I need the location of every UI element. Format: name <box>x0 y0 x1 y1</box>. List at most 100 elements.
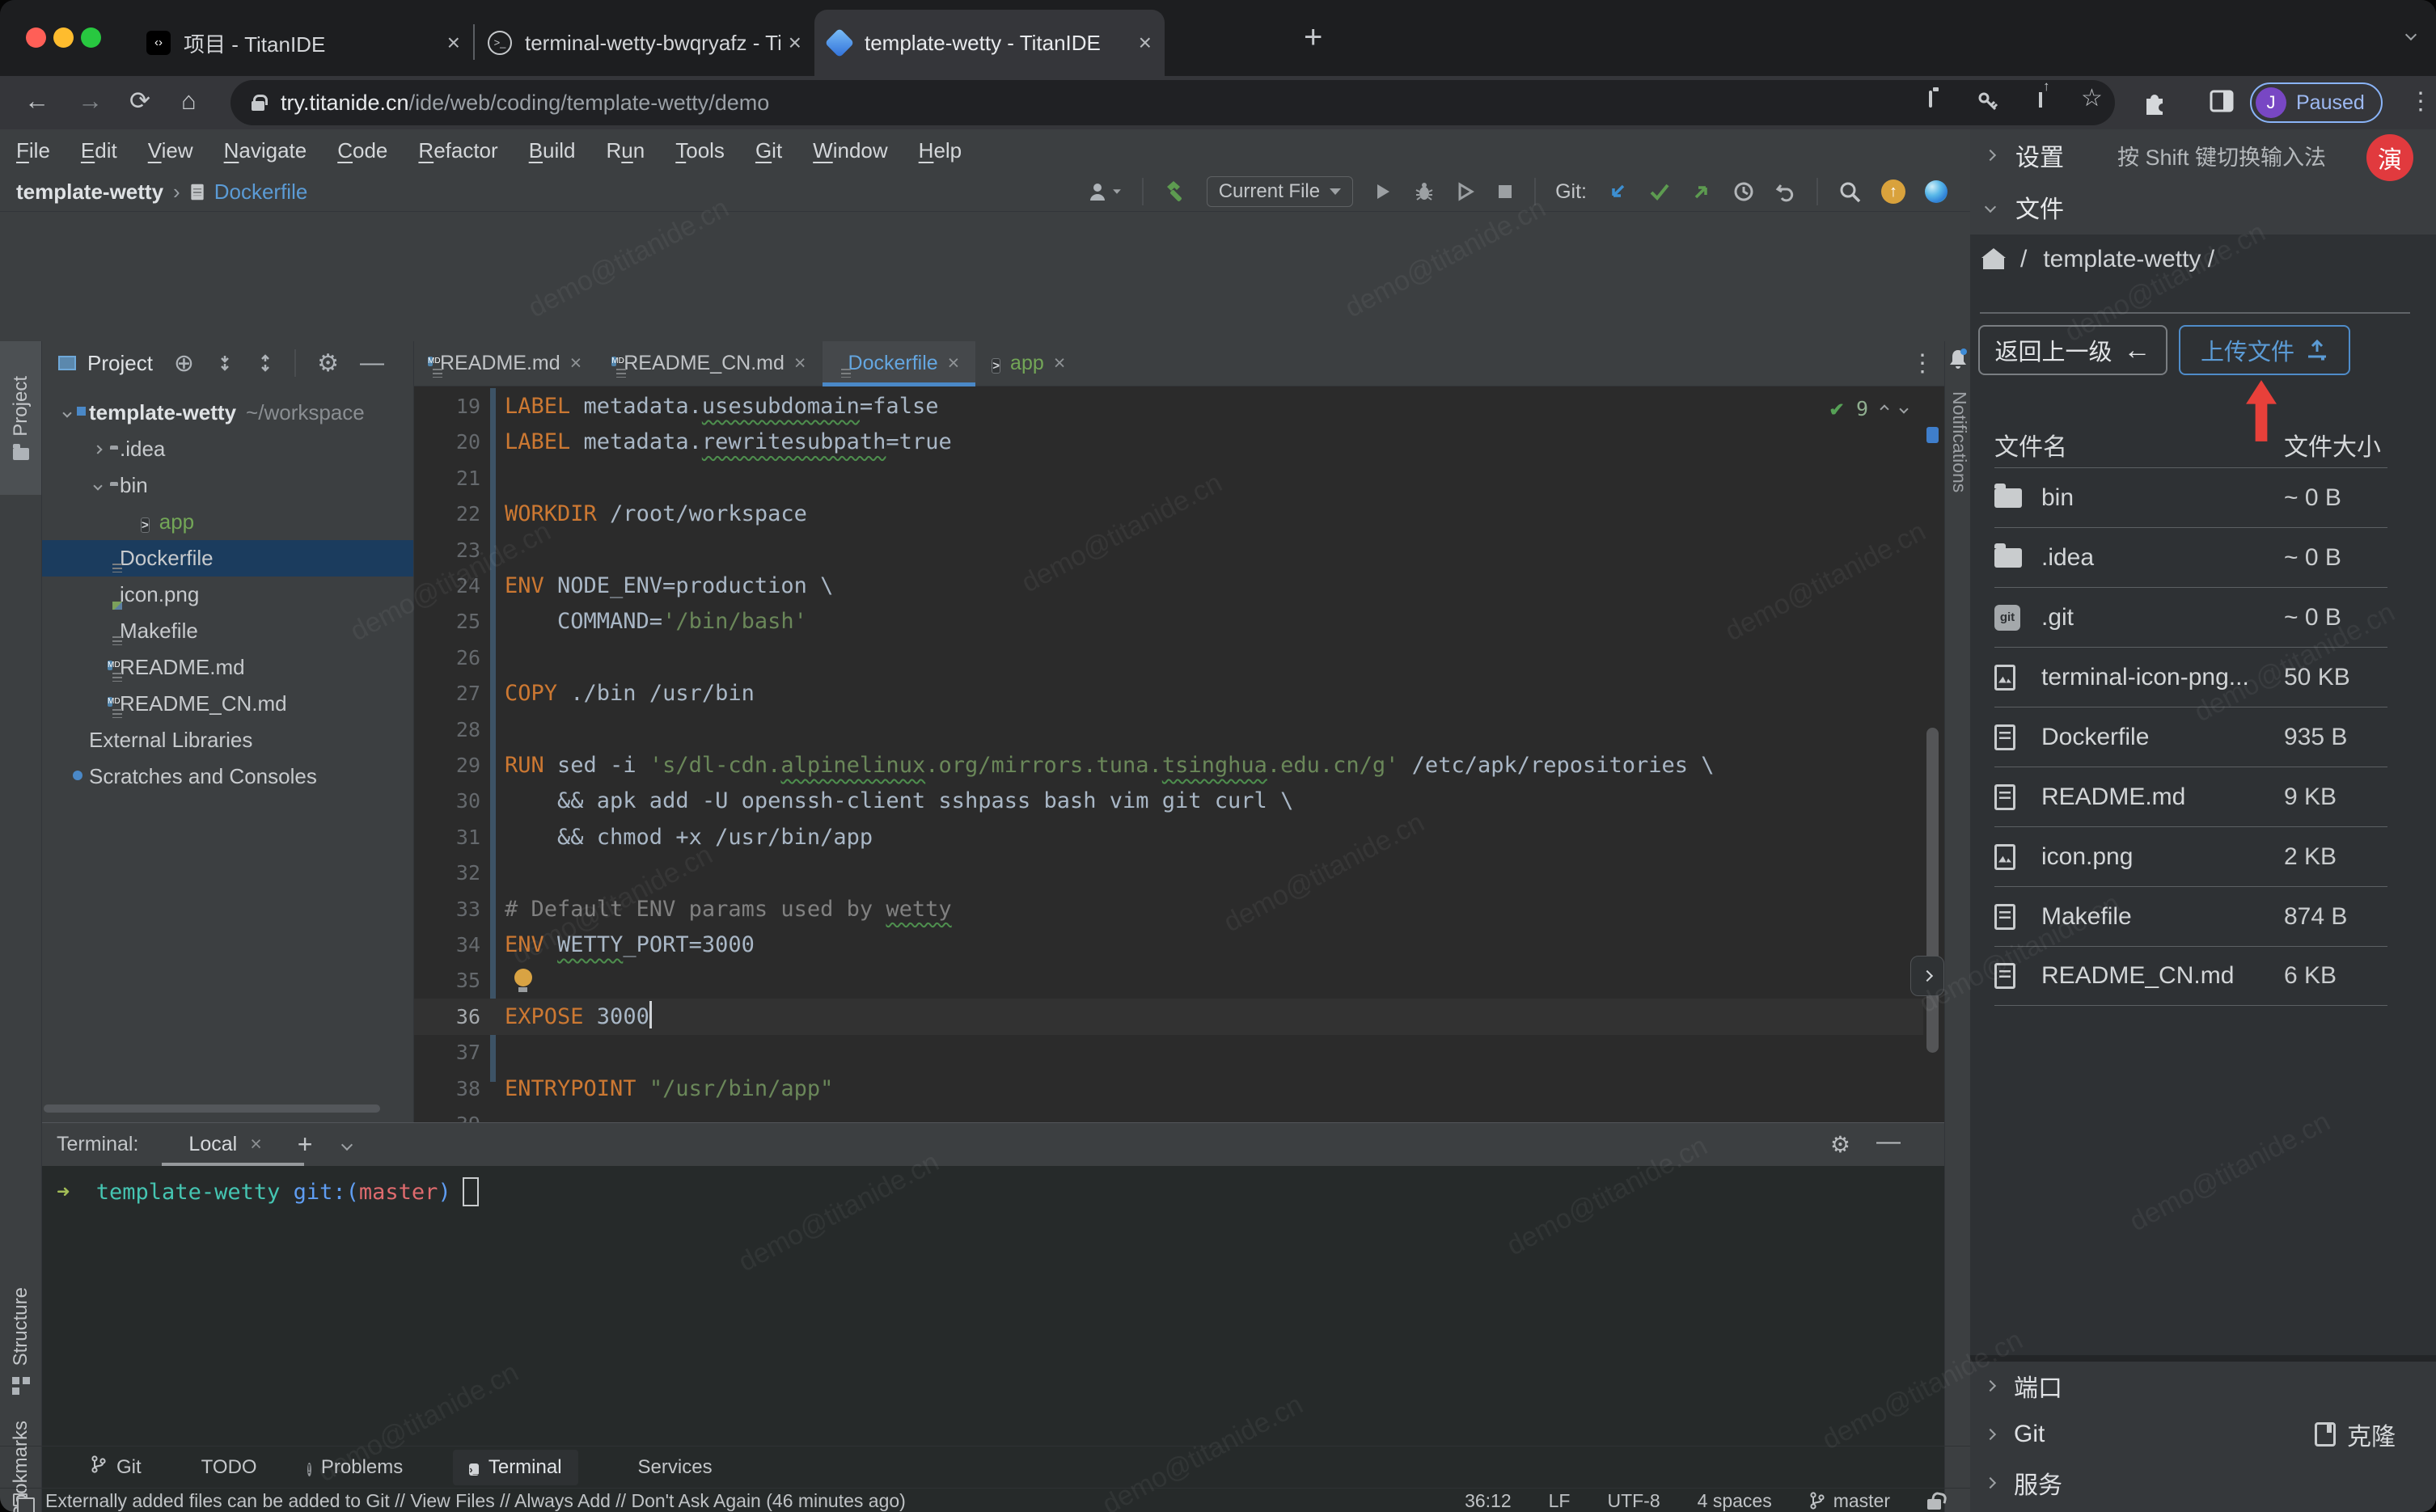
menu-code[interactable]: Code <box>337 138 387 163</box>
editor-tab[interactable]: > app × <box>975 341 1081 386</box>
code-line[interactable]: 27 COPY ./bin /usr/bin <box>414 675 1944 712</box>
menu-help[interactable]: Help <box>919 138 962 163</box>
code-line[interactable]: 30 && apk add -U openssh-client sshpass … <box>414 783 1944 819</box>
tree-item[interactable]: README.md <box>42 649 413 686</box>
settings-gear-icon[interactable]: ⚙ <box>317 349 339 378</box>
clipboard-icon[interactable] <box>1929 91 1932 108</box>
home-icon[interactable] <box>1981 248 2006 269</box>
code-line[interactable]: 29 RUN sed -i 's/dl-cdn.alpinelinux.org/m… <box>414 747 1944 783</box>
file-encoding[interactable]: UTF-8 <box>1607 1490 1660 1512</box>
code-line[interactable]: 22 WORKDIR /root/workspace <box>414 496 1944 532</box>
code-line[interactable]: 36 EXPOSE 3000 <box>414 998 1923 1035</box>
services-section-row[interactable]: 服务 <box>1970 1459 2436 1507</box>
code-line[interactable]: 28 <box>414 712 1944 748</box>
tool-tab-structure[interactable]: Structure <box>0 1287 41 1395</box>
close-tab-icon[interactable]: × <box>447 30 460 56</box>
git-push-icon[interactable] <box>1690 180 1713 203</box>
password-key-icon[interactable] <box>1976 90 2000 118</box>
code-line[interactable]: 19 LABEL metadata.usesubdomain=false <box>414 388 1944 424</box>
breadcrumb-file[interactable]: Dockerfile <box>214 179 308 205</box>
tree-item[interactable]: > app <box>42 504 413 540</box>
file-table-row[interactable]: Makefile 874 B <box>1994 886 2387 946</box>
code-area[interactable]: 19 LABEL metadata.usesubdomain=false 20 LAB… <box>414 386 1944 1122</box>
menu-view[interactable]: View <box>148 138 193 163</box>
menu-git[interactable]: Git <box>755 138 782 163</box>
code-line[interactable]: 26 <box>414 640 1944 676</box>
code-line[interactable]: 31 && chmod +x /usr/bin/app <box>414 819 1944 855</box>
tool-window-button-todo[interactable]: TODO <box>192 1456 257 1479</box>
forward-icon[interactable]: → <box>78 87 103 116</box>
build-hammer-icon[interactable] <box>1163 179 1187 204</box>
menu-navigate[interactable]: Navigate <box>224 138 307 163</box>
unlocked-icon[interactable] <box>1927 1498 1941 1510</box>
close-tab-icon[interactable]: × <box>789 30 801 56</box>
tool-window-button-terminal[interactable]: ›_ Terminal <box>453 1449 578 1485</box>
menu-window[interactable]: Window <box>813 138 887 163</box>
tree-chevron-icon[interactable] <box>86 444 110 454</box>
browser-tab[interactable]: >_ terminal-wetty-bwqryafz - Tita × <box>475 10 814 76</box>
home-icon[interactable]: ⌂ <box>181 87 197 116</box>
tool-window-button-problems[interactable]: ! Problems <box>307 1456 403 1479</box>
macos-close-button[interactable] <box>26 27 46 48</box>
close-terminal-tab-icon[interactable]: × <box>250 1133 262 1156</box>
code-line[interactable]: 32 <box>414 855 1944 891</box>
browser-menu-dots-icon[interactable]: ⋮ <box>2409 87 2434 116</box>
close-tab-icon[interactable]: × <box>794 352 806 375</box>
rollback-undo-icon[interactable] <box>1774 180 1797 203</box>
window-stack-icon[interactable] <box>13 1493 35 1512</box>
terminal-prompt[interactable]: ➜ template-wetty git:(master) <box>57 1177 479 1206</box>
extensions-puzzle-icon[interactable] <box>2142 89 2167 119</box>
code-line[interactable]: 24 ENV NODE_ENV=production \ <box>414 568 1944 604</box>
locate-file-icon[interactable]: ⊕ <box>174 349 194 378</box>
intention-bulb-icon[interactable] <box>514 969 532 993</box>
editor-tabs-menu-icon[interactable]: ⋮ <box>1910 349 1935 378</box>
files-section-row[interactable]: 文件 <box>1970 181 2436 233</box>
history-clock-icon[interactable] <box>1732 180 1755 203</box>
code-line[interactable]: 23 <box>414 532 1944 568</box>
tool-window-button-git[interactable]: Git <box>91 1455 142 1480</box>
code-line[interactable]: 37 <box>414 1034 1944 1071</box>
tree-item[interactable]: Makefile <box>42 613 413 649</box>
ide-sphere-icon[interactable] <box>1925 180 1948 203</box>
tool-tab-project[interactable]: Project <box>0 341 41 495</box>
browser-tab[interactable]: ‹› 项目 - TitanIDE × <box>133 10 473 76</box>
bookmark-star-icon[interactable]: ☆ <box>2081 87 2103 111</box>
new-tab-button[interactable]: + <box>1304 19 1322 56</box>
menu-edit[interactable]: Edit <box>81 138 117 163</box>
browser-tab[interactable]: template-wetty - TitanIDE × <box>814 10 1165 76</box>
tree-item[interactable]: template-wetty ~/workspace <box>42 395 413 431</box>
terminal-settings-gear-icon[interactable]: ⚙ <box>1830 1131 1850 1158</box>
notifications-bell-icon[interactable] <box>1948 348 1969 374</box>
code-line[interactable]: 34 ENV WETTY_PORT=3000 <box>414 927 1944 963</box>
update-available-icon[interactable]: ↑ <box>1881 179 1905 204</box>
next-problem-icon[interactable] <box>1899 403 1909 414</box>
tree-item[interactable]: External Libraries <box>42 722 413 758</box>
menu-build[interactable]: Build <box>529 138 576 163</box>
file-table-row[interactable]: README_CN.md 6 KB <box>1994 946 2387 1006</box>
terminal-minimize-icon[interactable]: — <box>1876 1128 1901 1155</box>
collapse-all-icon[interactable] <box>256 353 275 373</box>
tree-item[interactable]: README_CN.md <box>42 686 413 722</box>
close-tab-icon[interactable]: × <box>570 352 582 375</box>
close-tab-icon[interactable]: × <box>1054 352 1066 375</box>
code-line[interactable]: 25 COMMAND='/bin/bash' <box>414 603 1944 640</box>
breadcrumb-project[interactable]: template-wetty <box>16 179 163 205</box>
expand-right-panel-button[interactable] <box>1910 956 1944 996</box>
close-tab-icon[interactable]: × <box>948 352 960 375</box>
code-line[interactable]: 33 # Default ENV params used by wetty <box>414 891 1944 927</box>
ports-section-row[interactable]: 端口 <box>1970 1362 2436 1410</box>
side-panel-icon[interactable] <box>2210 89 2234 117</box>
file-table-row[interactable]: README.md 9 KB <box>1994 767 2387 826</box>
file-table-row[interactable]: Dockerfile 935 B <box>1994 707 2387 767</box>
user-icon[interactable] <box>1087 181 1123 202</box>
git-commit-check-icon[interactable] <box>1648 180 1671 203</box>
macos-fullscreen-button[interactable] <box>81 27 101 48</box>
terminal-dropdown-chevron-icon[interactable] <box>341 1138 353 1151</box>
macos-minimize-button[interactable] <box>53 27 74 48</box>
editor-tab[interactable]: README.md × <box>414 341 598 386</box>
share-icon[interactable] <box>2039 92 2042 108</box>
browser-profile-chip[interactable]: J Paused <box>2250 82 2383 123</box>
line-separator[interactable]: LF <box>1549 1490 1571 1512</box>
run-configuration-select[interactable]: Current File <box>1206 176 1354 207</box>
editor-tab[interactable]: Dockerfile × <box>822 341 976 386</box>
